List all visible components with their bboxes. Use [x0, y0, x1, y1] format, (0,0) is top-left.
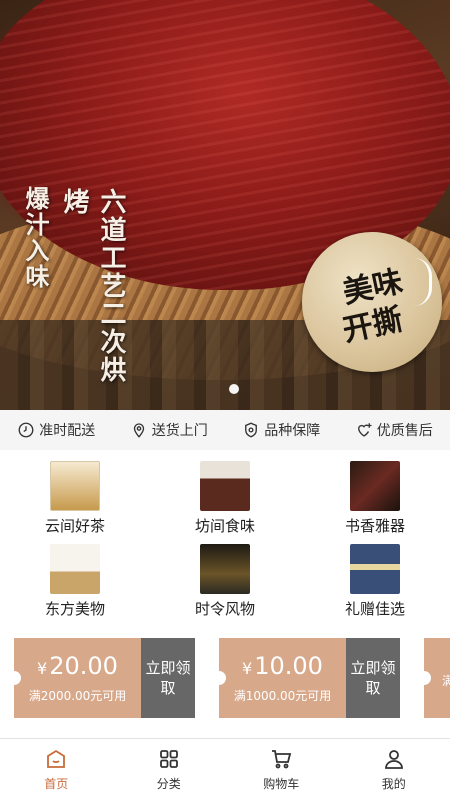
category-item[interactable]: 坊间食味 [150, 461, 300, 536]
coupon-condition: 满 [442, 673, 450, 688]
banner-stamp: 美味 开撕 [302, 232, 442, 372]
service-item-on-time: 准时配送 [17, 420, 95, 440]
service-item-delivery: 送货上门 [130, 420, 208, 440]
tab-label: 首页 [44, 777, 69, 791]
banner-slogan-secondary: 爆汁入味 [21, 186, 49, 290]
tab-category[interactable]: 分类 [113, 739, 226, 800]
service-item-aftersales: 优质售后 [355, 420, 433, 440]
service-label: 送货上门 [151, 423, 208, 439]
tab-label: 分类 [156, 777, 181, 791]
tab-label: 购物车 [263, 777, 300, 791]
carousel-indicator-dot[interactable] [229, 384, 239, 394]
category-label: 书香雅器 [344, 517, 405, 535]
category-grid: 云间好茶 坊间食味 书香雅器 东方美物 时令风物 礼赠佳选 [0, 455, 450, 625]
coupon-main: 满 [417, 638, 450, 718]
coupon-condition: 满2000.00元可用 [28, 689, 127, 703]
coupon-card-partial[interactable]: 满 [417, 638, 450, 718]
tab-profile[interactable]: 我的 [338, 739, 450, 800]
service-strip: 准时配送 送货上门 品种保障 优质售后 [0, 410, 450, 450]
coupon-main: ¥20.00 满2000.00元可用 [7, 638, 141, 718]
coupon-card[interactable]: ¥20.00 满2000.00元可用 立即领取 [7, 638, 195, 718]
cart-icon [272, 750, 292, 769]
coupon-carousel[interactable]: ¥20.00 满2000.00元可用 立即领取 ¥10.00 满1000.00元… [0, 638, 450, 718]
category-thumbnail [350, 544, 400, 594]
bottom-tab-bar: 首页 分类 购物车 我的 [0, 738, 450, 800]
coupon-amount: ¥20.00 [37, 652, 118, 683]
coupon-value: 10.00 [254, 652, 323, 680]
category-thumbnail [200, 544, 250, 594]
category-label: 礼赠佳选 [344, 600, 405, 618]
category-label: 东方美物 [44, 600, 105, 618]
user-icon [384, 750, 403, 769]
category-thumbnail [350, 461, 400, 511]
heart-plus-icon [357, 423, 372, 437]
category-thumbnail [200, 461, 250, 511]
category-item[interactable]: 书香雅器 [300, 461, 450, 536]
category-item[interactable]: 礼赠佳选 [300, 544, 450, 619]
category-item[interactable]: 云间好茶 [0, 461, 150, 536]
category-label: 坊间食味 [194, 517, 255, 535]
home-icon [47, 749, 66, 768]
coupon-currency: ¥ [37, 659, 48, 678]
location-pin-icon [133, 423, 144, 438]
tab-label: 我的 [381, 777, 406, 791]
service-label: 品种保障 [264, 423, 321, 439]
claim-coupon-button[interactable]: 立即领取 [141, 638, 195, 718]
service-item-guarantee: 品种保障 [242, 420, 320, 440]
clock-icon [18, 422, 34, 438]
service-label: 优质售后 [376, 423, 433, 439]
coupon-card[interactable]: ¥10.00 满1000.00元可用 立即领取 [212, 638, 400, 718]
coupon-amount: ¥10.00 [242, 652, 323, 683]
tab-cart[interactable]: 购物车 [225, 739, 338, 800]
coupon-condition: 满1000.00元可用 [233, 689, 332, 703]
coupon-value: 20.00 [49, 652, 118, 680]
banner-slogan-main: 六道工艺二次烘烤 [59, 188, 126, 384]
coupon-main: ¥10.00 满1000.00元可用 [212, 638, 346, 718]
claim-coupon-button[interactable]: 立即领取 [346, 638, 400, 718]
service-label: 准时配送 [39, 423, 96, 439]
category-item[interactable]: 东方美物 [0, 544, 150, 619]
category-thumbnail [50, 544, 100, 594]
coupon-currency: ¥ [242, 659, 253, 678]
grid-icon [159, 750, 178, 768]
shield-icon [245, 422, 258, 438]
category-label: 云间好茶 [44, 517, 105, 535]
category-item[interactable]: 时令风物 [150, 544, 300, 619]
hero-banner[interactable]: 六道工艺二次烘烤 爆汁入味 美味 开撕 [0, 0, 450, 410]
category-thumbnail [50, 461, 100, 511]
tab-home[interactable]: 首页 [0, 739, 113, 800]
category-label: 时令风物 [194, 600, 255, 618]
